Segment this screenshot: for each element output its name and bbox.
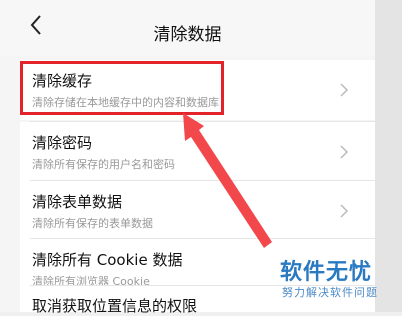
watermark: 软件无忧 努力解决软件问题	[270, 250, 402, 312]
chevron-right-icon	[337, 140, 351, 164]
watermark-tagline: 努力解决软件问题	[282, 286, 378, 299]
list-item-clear-form-data[interactable]: 清除表单数据 清除所有保存的表单数据	[20, 181, 375, 241]
chevron-right-icon	[337, 78, 351, 102]
nav-header: 清除数据	[0, 0, 375, 56]
page-title: 清除数据	[153, 25, 222, 45]
list-item-label: 清除所有 Cookie 数据	[32, 251, 183, 269]
chevron-left-icon	[29, 13, 43, 43]
list-item-clear-cache[interactable]: 清除缓存 清除存储在本地缓存中的内容和数据库	[20, 60, 375, 120]
watermark-brand: 软件无忧	[280, 260, 373, 285]
list-item-subtitle: 清除所有保存的表单数据	[32, 217, 153, 230]
chevron-right-icon	[337, 199, 351, 223]
list-item-subtitle: 清除存储在本地缓存中的内容和数据库	[32, 96, 219, 109]
list-item-label: 清除缓存	[32, 72, 93, 90]
list-item-label: 取消获取位置信息的权限	[32, 297, 198, 315]
list-item-label: 清除表单数据	[32, 193, 123, 211]
list-item-subtitle: 清除所有保存的用户名和密码	[32, 158, 175, 171]
list-item-label: 清除密码	[32, 134, 93, 152]
back-button[interactable]	[22, 14, 50, 42]
list-item-clear-passwords[interactable]: 清除密码 清除所有保存的用户名和密码	[20, 122, 375, 182]
